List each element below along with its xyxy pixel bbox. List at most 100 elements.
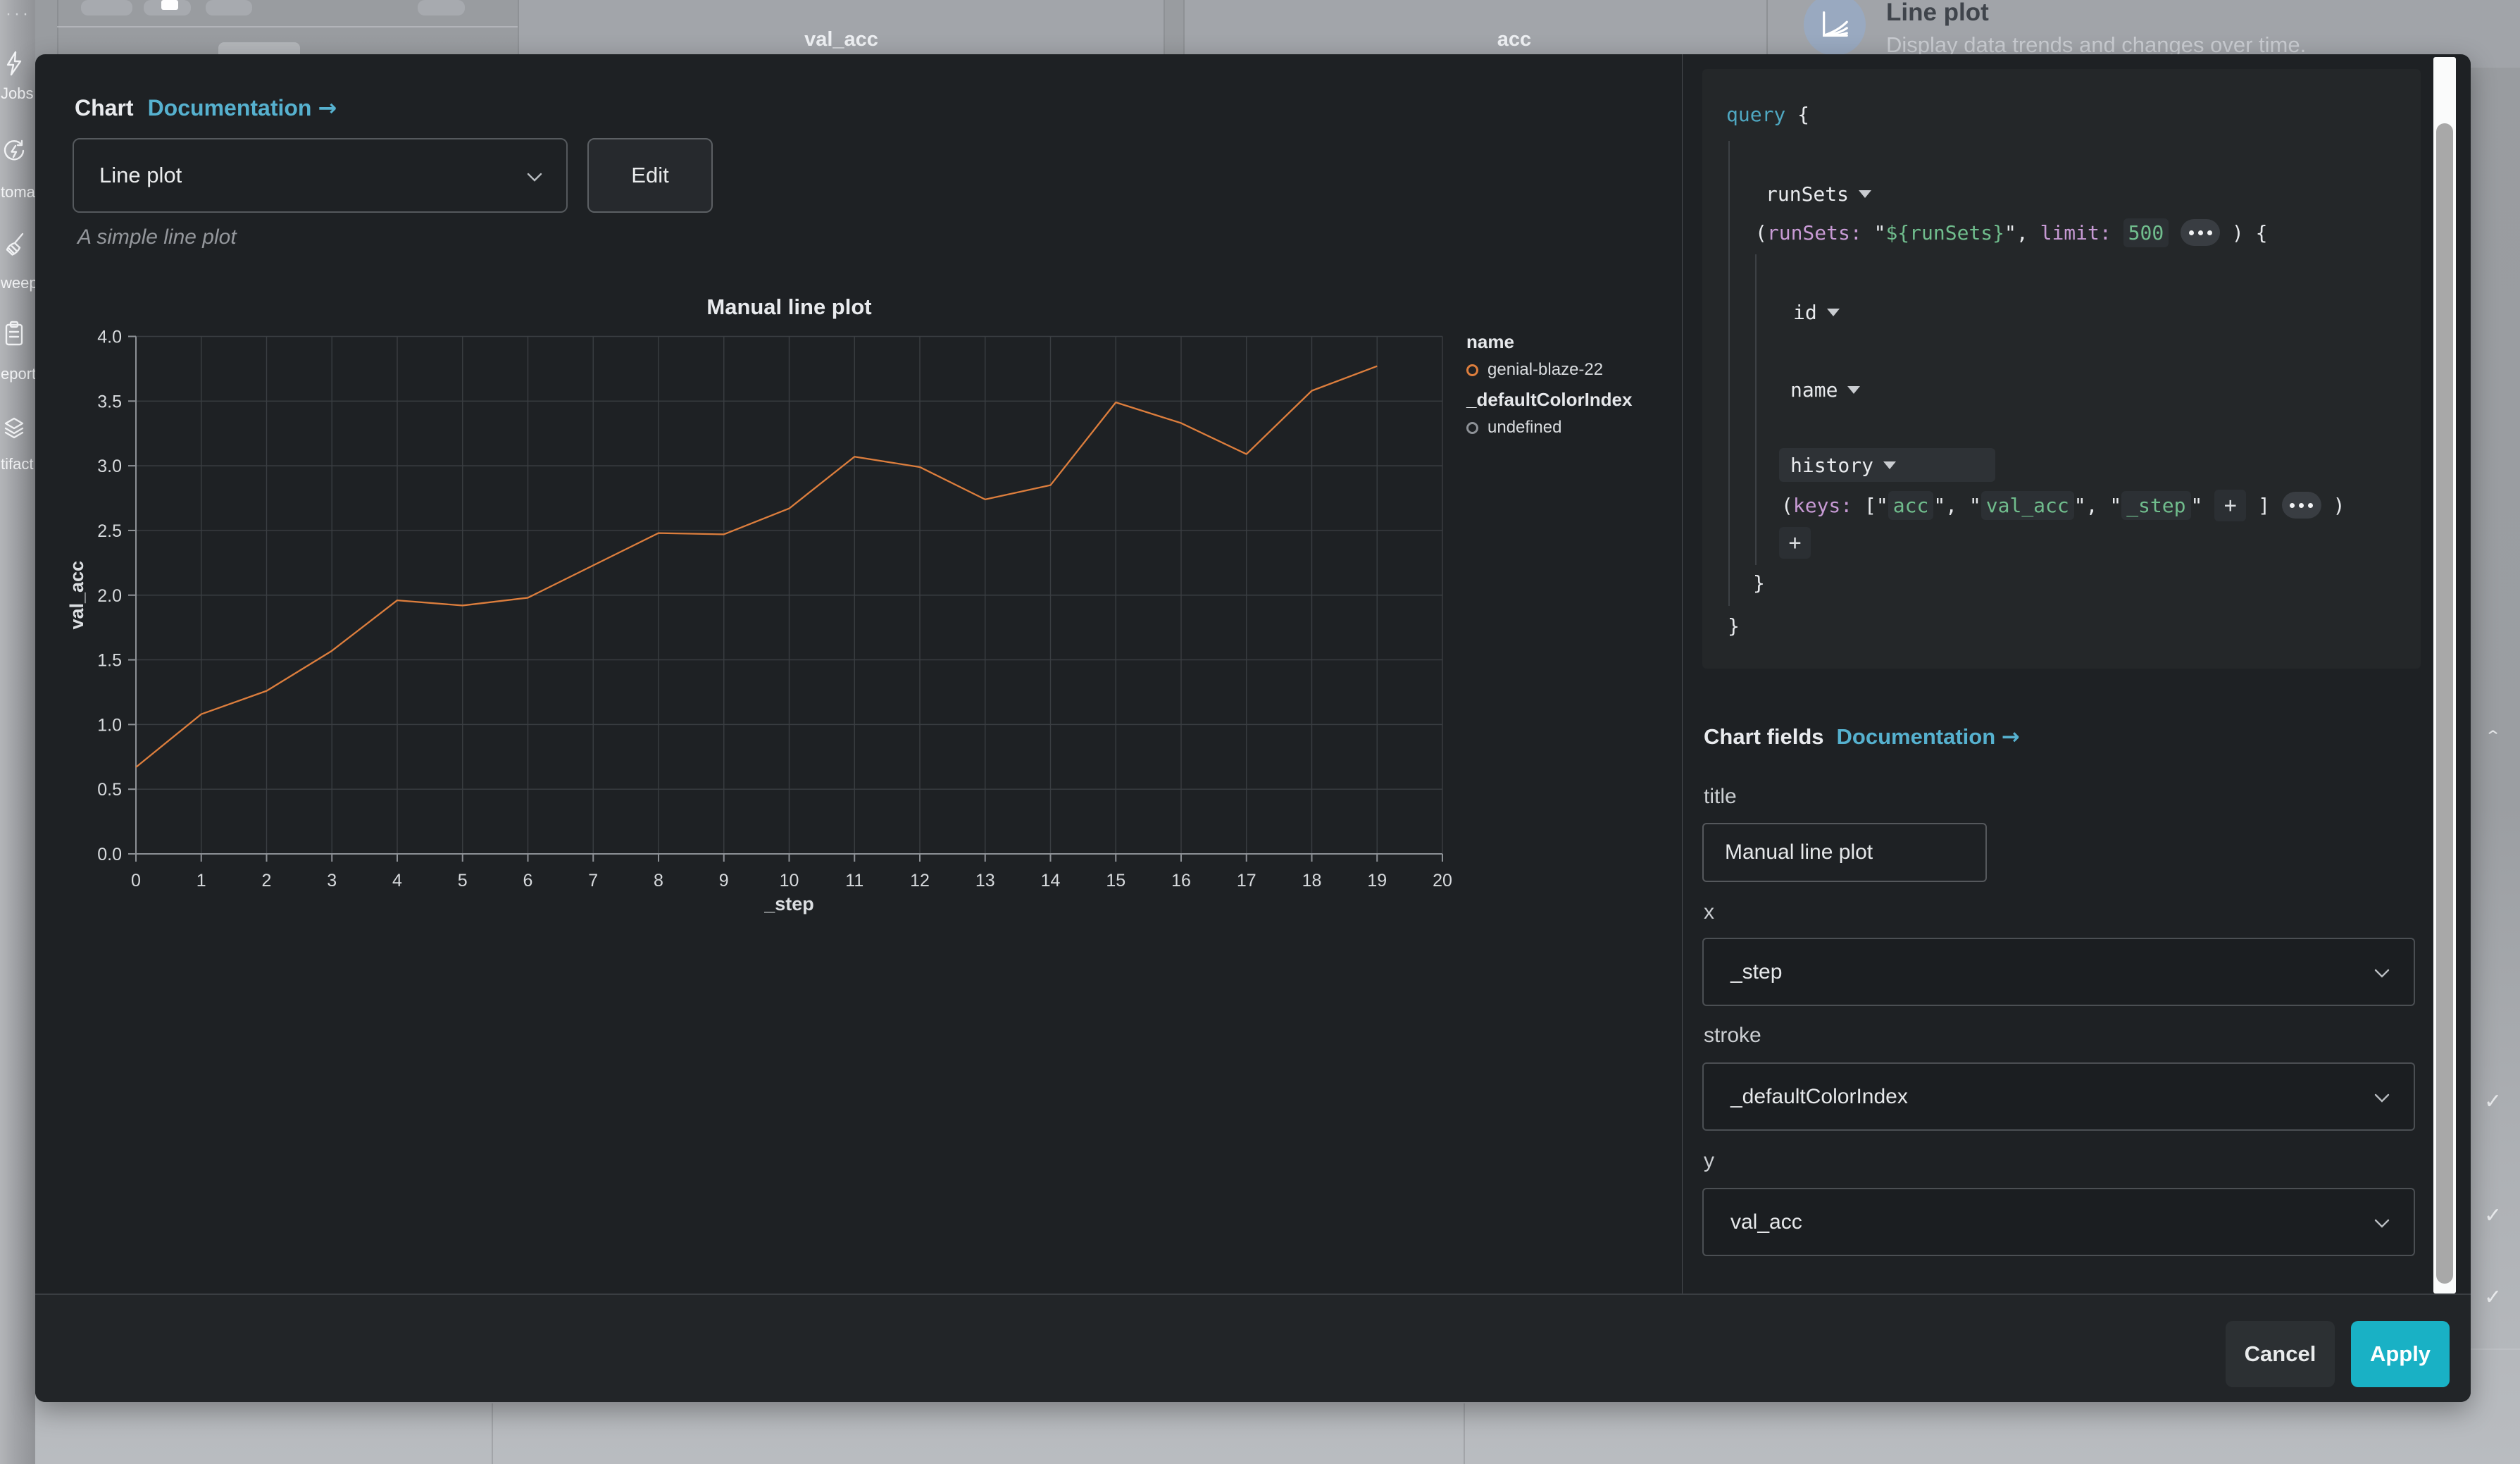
query-code-line: runSets	[1766, 180, 1871, 208]
legend-item-label: genial-blaze-22	[1487, 360, 1603, 380]
svg-text:9: 9	[719, 871, 729, 891]
chart-type-description: A simple line plot	[77, 225, 237, 249]
svg-text:0.5: 0.5	[97, 780, 122, 800]
title-input[interactable]: Manual line plot	[1702, 823, 1987, 882]
layers-icon	[1, 414, 27, 441]
apply-button[interactable]: Apply	[2351, 1321, 2450, 1387]
svg-text:4.0: 4.0	[97, 328, 122, 347]
code-token: ]	[2246, 494, 2270, 517]
code-token: ", "	[1933, 494, 1981, 517]
background-panel-title: val_acc	[804, 28, 878, 51]
indent-guide	[1728, 141, 1730, 606]
automation-icon	[1, 137, 27, 163]
chart-type-value: Line plot	[99, 163, 182, 188]
sidebar-item-label: Jobs	[1, 85, 33, 103]
background-button	[161, 0, 178, 10]
svg-text:19: 19	[1367, 871, 1387, 891]
legend-item-label: undefined	[1487, 418, 1561, 438]
documentation-link[interactable]: Documentation →	[1837, 724, 2020, 749]
svg-text:3.0: 3.0	[97, 457, 122, 476]
code-token: (	[1755, 221, 1767, 244]
query-code-line: id	[1793, 298, 1840, 326]
y-select[interactable]: val_acc	[1702, 1188, 2415, 1256]
svg-text:1: 1	[197, 871, 206, 891]
query-code-line: (keys: ["acc", "val_acc", "_step" + ] )	[1781, 491, 2345, 519]
query-field[interactable]: history	[1790, 454, 1873, 477]
svg-text:20: 20	[1433, 871, 1452, 891]
chevron-down-icon	[527, 163, 542, 188]
code-token: }	[1728, 614, 1740, 638]
caret-down-icon	[1859, 190, 1871, 198]
background-divider	[57, 26, 518, 27]
documentation-link[interactable]: Documentation →	[148, 95, 337, 120]
code-token: val_acc	[1981, 491, 2074, 520]
code-token: {	[1797, 103, 1809, 126]
background-divider	[2471, 1348, 2520, 1350]
query-code-line: }	[1728, 612, 1740, 640]
code-token: ",	[2004, 221, 2040, 244]
query-code-line: history	[1779, 448, 1995, 482]
background-panel-title: acc	[1497, 28, 1531, 51]
legend-ring-icon	[1466, 364, 1478, 376]
query-field[interactable]: runSets	[1766, 182, 1849, 206]
y-select-value: val_acc	[1730, 1210, 1802, 1234]
line-chart-icon	[1819, 8, 1851, 41]
svg-text:18: 18	[1302, 871, 1322, 891]
chart-legend: namegenial-blaze-22_defaultColorIndexund…	[1466, 331, 1678, 447]
scrollbar-thumb[interactable]	[2436, 123, 2453, 1284]
background-button	[418, 0, 465, 15]
code-token: )	[2321, 494, 2345, 517]
code-token: "	[2191, 494, 2215, 517]
sidebar-item-label: toma	[1, 183, 35, 201]
svg-text:12: 12	[910, 871, 930, 891]
svg-text:7: 7	[588, 871, 598, 891]
background-button	[81, 0, 132, 15]
ellipsis-icon: ···	[6, 4, 31, 24]
svg-text:_step: _step	[763, 893, 814, 914]
chart-fields-heading: Chart fields Documentation →	[1704, 724, 2020, 750]
svg-text:5: 5	[458, 871, 468, 891]
arrow-right-icon: →	[318, 94, 337, 121]
code-token: ${runSets}	[1885, 221, 2004, 244]
add-field-button[interactable]: +	[1779, 527, 1811, 559]
ellipsis-button[interactable]	[2181, 219, 2220, 246]
legend-group-title: name	[1466, 331, 1678, 353]
svg-text:3.5: 3.5	[97, 392, 122, 411]
code-token: }	[1753, 571, 1765, 595]
background-check-icon: ✓	[2484, 1089, 2502, 1114]
background-picker-title: Line plot	[1886, 0, 1989, 27]
arrow-right-icon: →	[2002, 724, 2020, 750]
ellipsis-button[interactable]	[2282, 492, 2321, 519]
chevron-down-icon	[2374, 1210, 2390, 1234]
query-code-line: }	[1753, 569, 1765, 597]
modal-footer: Cancel Apply	[35, 1294, 2471, 1402]
chart-type-select[interactable]: Line plot	[73, 138, 568, 213]
query-field[interactable]: name	[1790, 378, 1838, 402]
svg-text:15: 15	[1106, 871, 1125, 891]
cancel-button-label: Cancel	[2245, 1341, 2316, 1367]
svg-text:17: 17	[1237, 871, 1256, 891]
svg-text:13: 13	[975, 871, 995, 891]
cancel-button[interactable]: Cancel	[2226, 1321, 2335, 1387]
code-token	[2112, 221, 2123, 244]
svg-text:2.5: 2.5	[97, 521, 122, 541]
broom-icon	[1, 230, 27, 256]
add-field-button[interactable]: +	[2214, 490, 2246, 521]
query-editor[interactable]	[1702, 69, 2421, 669]
chart-section-heading: ChartDocumentation →	[75, 94, 337, 121]
edit-button[interactable]: Edit	[587, 138, 713, 213]
y-field-label: y	[1704, 1149, 1714, 1173]
x-select[interactable]: _step	[1702, 938, 2415, 1006]
code-token: "	[1862, 221, 1886, 244]
svg-text:14: 14	[1041, 871, 1061, 891]
query-field[interactable]: id	[1793, 301, 1817, 324]
legend-ring-icon	[1466, 422, 1478, 434]
app-sidebar: ··· Jobstomaweepseportstifact	[0, 0, 35, 1464]
stroke-select[interactable]: _defaultColorIndex	[1702, 1062, 2415, 1131]
code-token	[2270, 494, 2282, 517]
chart-fields-label: Chart fields	[1704, 724, 1824, 749]
x-select-value: _step	[1730, 960, 1782, 984]
code-token: acc	[1888, 491, 1934, 520]
background-divider	[1464, 1403, 1465, 1464]
svg-text:1.5: 1.5	[97, 651, 122, 671]
